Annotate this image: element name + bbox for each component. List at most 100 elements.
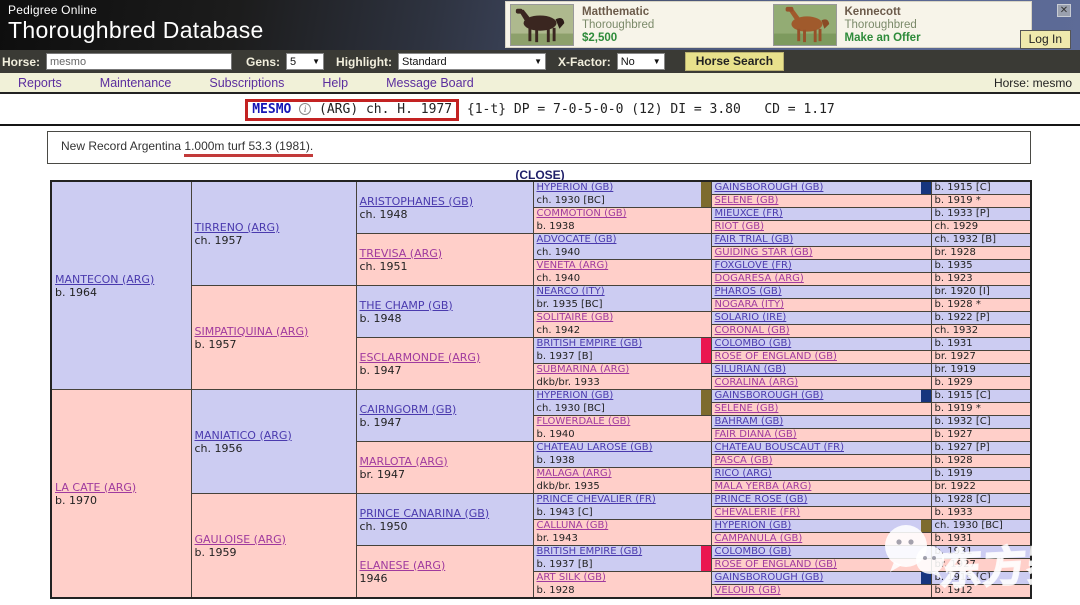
pedigree-horse-link[interactable]: ROSE OF ENGLAND (GB) [715, 351, 837, 362]
pedigree-horse-link[interactable]: CALLUNA (GB) [537, 520, 609, 531]
pedigree-horse-link[interactable]: SIMPATIQUINA (ARG) [195, 325, 309, 338]
ad-listing[interactable]: Matthematic Thoroughbred $2,500 [506, 2, 769, 47]
ad-breed: Thoroughbred [845, 19, 921, 32]
horse-detail-text: br. 1935 [BC] [537, 299, 603, 310]
pedigree-horse-link[interactable]: ADVOCATE (GB) [537, 234, 617, 245]
pedigree-horse-link[interactable]: SELENE (GB) [715, 403, 779, 414]
pedigree-cell: MALA YERBA (ARG) [711, 481, 931, 494]
pedigree-horse-link[interactable]: CHEVALERIE (FR) [715, 507, 801, 518]
gens-select[interactable]: 5 ▼ [286, 53, 324, 70]
pedigree-horse-link[interactable]: RICO (ARG) [715, 468, 772, 479]
pedigree-horse-link[interactable]: ESCLARMONDE (ARG) [360, 351, 481, 364]
pedigree-horse-link[interactable]: VENETA (ARG) [537, 260, 609, 271]
pedigree-horse-link[interactable]: MARLOTA (ARG) [360, 455, 448, 468]
pedigree-horse-link[interactable]: GAULOISE (ARG) [195, 533, 286, 546]
pedigree-horse-link[interactable]: TIRRENO (ARG) [195, 221, 280, 234]
pedigree-cell: HYPERION (GB) [711, 520, 931, 533]
horse-detail-text: b. 1933 [935, 507, 973, 518]
pedigree-horse-link[interactable]: COMMOTION (GB) [537, 208, 627, 219]
pedigree-horse-link[interactable]: CORALINA (ARG) [715, 377, 799, 388]
horse-search-input[interactable] [46, 53, 232, 70]
pedigree-horse-link[interactable]: ARISTOPHANES (GB) [360, 195, 474, 208]
nav-item-reports[interactable]: Reports [18, 76, 62, 90]
nav-item-help[interactable]: Help [322, 76, 348, 90]
pedigree-horse-link[interactable]: FLOWERDALE (GB) [537, 416, 631, 427]
pedigree-cell: HYPERION (GB)ch. 1930 [BC] [533, 390, 711, 416]
pedigree-horse-link[interactable]: SOLARIO (IRE) [715, 312, 787, 323]
highlight-select[interactable]: Standard ▼ [398, 53, 546, 70]
horse-detail-text: b. 1947 [360, 416, 402, 429]
pedigree-horse-link[interactable]: HYPERION (GB) [537, 182, 614, 193]
pedigree-cell: SOLITAIRE (GB)ch. 1942 [533, 312, 711, 338]
pedigree-horse-link[interactable]: SILURIAN (GB) [715, 364, 787, 375]
pedigree-horse-link[interactable]: NEARCO (ITY) [537, 286, 605, 297]
pedigree-horse-link[interactable]: CAIRNGORM (GB) [360, 403, 457, 416]
pedigree-horse-link[interactable]: SUBMARINA (ARG) [537, 364, 630, 375]
pedigree-horse-link[interactable]: TREVISA (ARG) [360, 247, 443, 260]
pedigree-horse-link[interactable]: MALAGA (ARG) [537, 468, 612, 479]
pedigree-horse-link[interactable]: MALA YERBA (ARG) [715, 481, 812, 492]
pedigree-horse-link[interactable]: THE CHAMP (GB) [360, 299, 453, 312]
pedigree-horse-link[interactable]: CORONAL (GB) [715, 325, 790, 336]
pedigree-year-cell: b. 1931 [931, 338, 1031, 351]
pedigree-horse-link[interactable]: PRINCE CHEVALIER (FR) [537, 494, 656, 505]
pedigree-cell: SILURIAN (GB) [711, 364, 931, 377]
nav-item-message-board[interactable]: Message Board [386, 76, 474, 90]
pedigree-horse-link[interactable]: HYPERION (GB) [715, 520, 792, 531]
horse-detail-text: b. 1923 [935, 273, 973, 284]
pedigree-horse-link[interactable]: BAHRAM (GB) [715, 416, 784, 427]
pedigree-horse-link[interactable]: GAINSBOROUGH (GB) [715, 182, 824, 193]
horse-photo [510, 4, 574, 46]
ad-close-icon[interactable]: ✕ [1057, 4, 1071, 17]
pedigree-horse-link[interactable]: FOXGLOVE (FR) [715, 260, 792, 271]
pedigree-horse-link[interactable]: FAIR TRIAL (GB) [715, 234, 794, 245]
info-icon[interactable]: i [299, 103, 311, 115]
chef-de-race-marker [701, 338, 711, 363]
pedigree-horse-link[interactable]: COLOMBO (GB) [715, 338, 792, 349]
pedigree-horse-link[interactable]: BRITISH EMPIRE (GB) [537, 338, 643, 349]
pedigree-cell: PASCA (GB) [711, 455, 931, 468]
pedigree-horse-link[interactable]: DOGARESA (ARG) [715, 273, 804, 284]
pedigree-horse-link[interactable]: VELOUR (GB) [715, 585, 781, 596]
pedigree-horse-link[interactable]: GAINSBOROUGH (GB) [715, 572, 824, 583]
horse-search-button[interactable]: Horse Search [685, 52, 784, 71]
pedigree-horse-link[interactable]: MANTECON (ARG) [55, 273, 154, 286]
pedigree-horse-link[interactable]: SOLITAIRE (GB) [537, 312, 614, 323]
pedigree-horse-link[interactable]: MANIATICO (ARG) [195, 429, 292, 442]
pedigree-horse-link[interactable]: HYPERION (GB) [537, 390, 614, 401]
chevron-down-icon: ▼ [653, 57, 661, 66]
login-button[interactable]: Log In [1020, 30, 1071, 49]
pedigree-horse-link[interactable]: GUIDING STAR (GB) [715, 247, 813, 258]
pedigree-horse-link[interactable]: SELENE (GB) [715, 195, 779, 206]
pedigree-horse-link[interactable]: NOGARA (ITY) [715, 299, 784, 310]
pedigree-horse-link[interactable]: CAMPANULA (GB) [715, 533, 803, 544]
ad-listing[interactable]: Kennecott Thoroughbred Make an Offer [769, 2, 1032, 47]
pedigree-horse-link[interactable]: MIEUXCE (FR) [715, 208, 783, 219]
chevron-down-icon: ▼ [312, 57, 320, 66]
pedigree-horse-link[interactable]: PRINCE ROSE (GB) [715, 494, 808, 505]
pedigree-horse-link[interactable]: PASCA (GB) [715, 455, 773, 466]
pedigree-horse-link[interactable]: LA CATE (ARG) [55, 481, 136, 494]
ad-breed: Thoroughbred [582, 19, 654, 32]
chef-de-race-marker [701, 390, 711, 415]
pedigree-horse-link[interactable]: FAIR DIANA (GB) [715, 429, 797, 440]
pedigree-horse-link[interactable]: PHAROS (GB) [715, 286, 782, 297]
pedigree-horse-link[interactable]: PRINCE CANARINA (GB) [360, 507, 490, 520]
pedigree-horse-link[interactable]: CHATEAU LAROSE (GB) [537, 442, 653, 453]
xfactor-select[interactable]: No ▼ [617, 53, 665, 70]
horse-label: Horse: [2, 55, 40, 69]
pedigree-horse-link[interactable]: RIOT (GB) [715, 221, 764, 232]
pedigree-horse-link[interactable]: BRITISH EMPIRE (GB) [537, 546, 643, 557]
pedigree-horse-link[interactable]: GAINSBOROUGH (GB) [715, 390, 824, 401]
pedigree-horse-link[interactable]: COLOMBO (GB) [715, 546, 792, 557]
nav-item-subscriptions[interactable]: Subscriptions [209, 76, 284, 90]
pedigree-horse-link[interactable]: ROSE OF ENGLAND (GB) [715, 559, 837, 570]
pedigree-horse-link[interactable]: ELANESE (ARG) [360, 559, 446, 572]
nav-item-maintenance[interactable]: Maintenance [100, 76, 172, 90]
horse-details-text: (ARG) ch. H. 1977 [311, 102, 452, 117]
pedigree-horse-link[interactable]: ART SILK (GB) [537, 572, 606, 583]
horse-detail-text: ch. 1951 [360, 260, 408, 273]
pedigree-horse-link[interactable]: CHATEAU BOUSCAUT (FR) [715, 442, 845, 453]
horse-name-link[interactable]: MESMO [252, 102, 291, 117]
pedigree-cell: BRITISH EMPIRE (GB)b. 1937 [B] [533, 338, 711, 364]
